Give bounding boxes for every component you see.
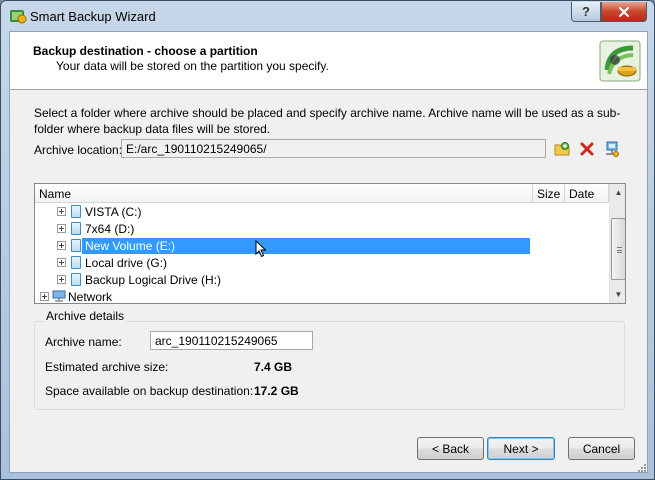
page-subtitle: Your data will be stored on the partitio…	[56, 59, 329, 73]
scroll-up-icon[interactable]: ▲	[610, 184, 625, 201]
title-bar: Smart Backup Wizard ?	[1, 1, 654, 31]
expand-icon[interactable]	[57, 224, 66, 233]
tree-item-label: Backup Logical Drive (H:)	[85, 273, 222, 287]
expand-icon[interactable]	[57, 258, 66, 267]
column-header-date[interactable]: Date	[565, 184, 609, 203]
backup-logo-icon	[599, 40, 641, 82]
drive-icon	[71, 205, 81, 218]
destination-tree[interactable]: Name Size Date VISTA (C:) 7x64 (D:) New …	[34, 183, 626, 304]
back-button[interactable]: < Back	[417, 437, 484, 460]
expand-icon[interactable]	[40, 292, 49, 301]
scroll-down-icon[interactable]: ▼	[610, 286, 625, 303]
estimated-size-value: 7.4 GB	[254, 360, 293, 374]
wizard-window: Smart Backup Wizard ? Backup destination…	[0, 0, 655, 480]
tree-item-network[interactable]: Network	[35, 288, 609, 304]
new-folder-icon[interactable]	[553, 140, 571, 158]
tree-header: Name Size Date	[35, 184, 609, 203]
window-title: Smart Backup Wizard	[30, 9, 156, 24]
archive-details-title: Archive details	[44, 309, 127, 323]
grip-icon	[617, 247, 622, 253]
tree-item-new-volume[interactable]: New Volume (E:)	[35, 237, 609, 254]
help-icon: ?	[582, 4, 590, 19]
network-icon	[52, 290, 66, 302]
drive-icon	[71, 239, 81, 252]
space-available-value: 17.2 GB	[254, 384, 299, 398]
tree-item-local-drive[interactable]: Local drive (G:)	[35, 254, 609, 271]
wizard-body: Backup destination - choose a partition …	[9, 31, 648, 473]
tree-item-label: 7x64 (D:)	[85, 222, 135, 236]
space-available-label: Space available on backup destination:	[45, 384, 254, 398]
archive-name-input[interactable]	[150, 331, 313, 350]
scrollbar-thumb[interactable]	[611, 218, 625, 280]
expand-icon[interactable]	[57, 241, 66, 250]
archive-location-field[interactable]	[121, 139, 546, 158]
wizard-header: Backup destination - choose a partition …	[10, 32, 647, 90]
archive-location-label: Archive location:	[34, 143, 123, 157]
drive-icon	[71, 273, 81, 286]
tree-item-label: Local drive (G:)	[85, 256, 168, 270]
network-drive-icon[interactable]	[603, 140, 621, 158]
column-header-name[interactable]: Name	[35, 184, 533, 203]
help-button[interactable]: ?	[571, 2, 601, 22]
cancel-button[interactable]: Cancel	[568, 437, 635, 460]
tree-item-label: VISTA (C:)	[85, 205, 142, 219]
instructions-text: Select a folder where archive should be …	[34, 106, 621, 136]
archive-name-label: Archive name:	[45, 335, 122, 349]
resize-grip-icon[interactable]	[636, 462, 646, 472]
page-title: Backup destination - choose a partition	[33, 44, 258, 58]
tree-item-label: New Volume (E:)	[82, 238, 530, 254]
tree-item-7x64[interactable]: 7x64 (D:)	[35, 220, 609, 237]
app-icon	[10, 10, 27, 24]
close-button[interactable]	[601, 2, 647, 22]
drive-icon	[71, 222, 81, 235]
expand-icon[interactable]	[57, 207, 66, 216]
mouse-cursor-icon	[255, 240, 267, 258]
column-header-size[interactable]: Size	[533, 184, 565, 203]
tree-item-vista[interactable]: VISTA (C:)	[35, 203, 609, 220]
tree-scrollbar[interactable]: ▲ ▼	[609, 184, 625, 303]
estimated-size-label: Estimated archive size:	[45, 360, 169, 374]
delete-icon[interactable]	[578, 140, 596, 158]
drive-icon	[71, 256, 81, 269]
tree-item-backup-logical-drive[interactable]: Backup Logical Drive (H:)	[35, 271, 609, 288]
close-icon	[618, 6, 630, 17]
expand-icon[interactable]	[57, 275, 66, 284]
next-button[interactable]: Next >	[487, 437, 555, 460]
tree-item-label: Network	[68, 290, 113, 304]
